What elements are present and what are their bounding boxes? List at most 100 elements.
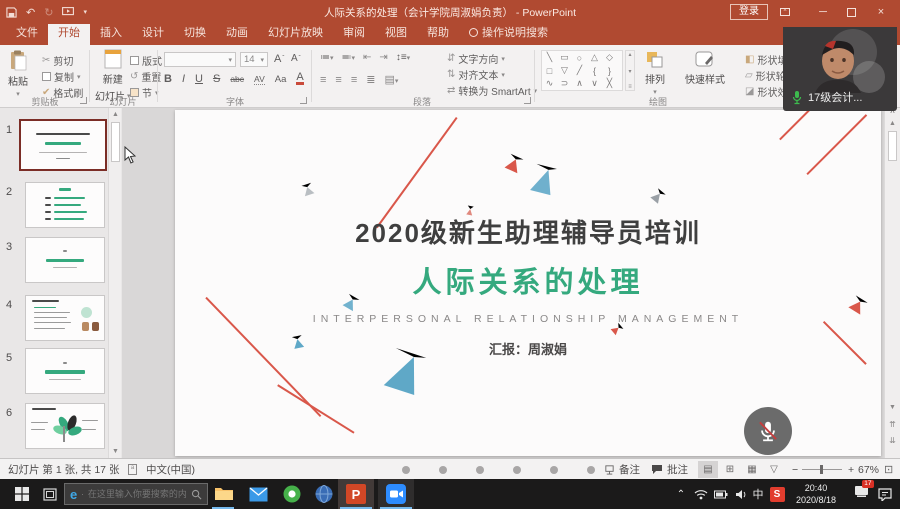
decrease-indent-icon[interactable]: ⇤: [363, 52, 371, 63]
font-color-button[interactable]: A: [296, 73, 303, 85]
layout-button[interactable]: 版式▾: [130, 53, 169, 68]
clear-formatting-button[interactable]: abc: [230, 74, 244, 84]
ribbon-display-options-icon[interactable]: ^: [770, 0, 800, 24]
notification-icon[interactable]: 17: [850, 479, 872, 509]
canvas-scroll-down-icon[interactable]: ▼: [888, 404, 897, 411]
webcam-tile[interactable]: 17级会计...: [783, 27, 897, 111]
panel-scroll-up-icon[interactable]: ▲: [111, 111, 120, 118]
slide-sorter-view-button[interactable]: ⊞: [720, 461, 740, 478]
meeting-app-taskbar-button[interactable]: [378, 479, 414, 509]
quick-styles-button[interactable]: 快速样式: [685, 51, 725, 86]
shapes-gallery[interactable]: ╲▭○△◇ □▽╱{} ∿⊃∧∨╳: [541, 50, 623, 91]
battery-icon[interactable]: [712, 479, 730, 509]
speaker-icon[interactable]: [732, 479, 750, 509]
redo-icon[interactable]: ↻: [44, 6, 53, 19]
slide-thumbnail-3[interactable]: [26, 238, 104, 282]
slide-subtitle[interactable]: 人际关系的处理: [412, 259, 643, 301]
underline-button[interactable]: U: [195, 73, 203, 85]
increase-indent-icon[interactable]: ⇥: [379, 52, 387, 63]
align-text-button[interactable]: ⇅对齐文本▾: [447, 67, 505, 82]
save-icon[interactable]: [6, 7, 17, 18]
undo-icon[interactable]: ↶: [26, 6, 35, 19]
browser-globe-icon[interactable]: [312, 482, 336, 506]
comments-button[interactable]: 批注: [651, 459, 688, 480]
line-spacing-icon[interactable]: ↕≡▾: [396, 52, 410, 63]
minimize-button[interactable]: ─: [808, 0, 838, 24]
taskbar-clock[interactable]: 20:40 2020/8/18: [790, 482, 842, 506]
grow-font-button[interactable]: Aˆ: [274, 53, 284, 65]
slide-title[interactable]: 2020级新生助理辅导员培训: [355, 213, 701, 250]
panel-scrollbar-thumb[interactable]: [111, 122, 120, 162]
align-right-icon[interactable]: ≡: [351, 74, 357, 86]
slideshow-view-button[interactable]: ▽: [764, 461, 784, 478]
zoom-out-button[interactable]: −: [792, 459, 798, 480]
cut-button[interactable]: ✂剪切: [42, 53, 73, 68]
reading-view-button[interactable]: ▦: [742, 461, 762, 478]
canvas-scroll-up-icon[interactable]: ▲: [888, 120, 897, 127]
bold-button[interactable]: B: [164, 73, 172, 85]
notes-button[interactable]: 备注: [604, 459, 640, 480]
shrink-font-button[interactable]: Aˇ: [291, 53, 301, 64]
thumbnail-panel-scrollbar[interactable]: ▲ ▼: [108, 108, 121, 458]
bullets-icon[interactable]: ≔▾: [320, 52, 334, 63]
font-size-combo[interactable]: 14▾: [240, 52, 268, 67]
green-app-icon[interactable]: [280, 482, 304, 506]
arrange-button[interactable]: 排列 ▾: [645, 51, 665, 96]
paste-button[interactable]: 粘贴 ▾: [8, 50, 28, 98]
powerpoint-taskbar-button[interactable]: P: [338, 479, 374, 509]
change-case-button[interactable]: Aa: [275, 74, 287, 85]
italic-button[interactable]: I: [182, 73, 185, 85]
action-center-icon[interactable]: [874, 479, 896, 509]
tray-expand-icon[interactable]: ⌃: [672, 479, 690, 509]
taskbar-search[interactable]: e ·: [64, 483, 208, 505]
character-spacing-button[interactable]: AV: [254, 74, 265, 85]
taskbar-search-input[interactable]: [88, 489, 187, 499]
font-name-combo[interactable]: ▾: [164, 52, 236, 67]
slide-thumbnail-2[interactable]: [26, 183, 104, 227]
strikethrough-button[interactable]: S: [213, 73, 220, 85]
panel-scroll-down-icon[interactable]: ▼: [111, 448, 120, 455]
file-explorer-icon[interactable]: [212, 482, 236, 506]
normal-view-button[interactable]: ▤: [698, 461, 718, 478]
start-button[interactable]: [8, 479, 36, 509]
slide-thumbnail-6[interactable]: [26, 404, 104, 448]
font-dialog-launcher-icon[interactable]: [300, 97, 307, 104]
columns-icon[interactable]: ▤▾: [384, 73, 398, 86]
fit-slide-to-window-icon[interactable]: ⊡: [884, 459, 893, 480]
close-button[interactable]: ×: [866, 0, 896, 24]
current-slide[interactable]: 2020级新生助理辅导员培训 人际关系的处理 INTERPERSONAL REL…: [175, 110, 881, 456]
slide-subtitle-english[interactable]: INTERPERSONAL RELATIONSHIP MANAGEMENT: [313, 313, 743, 325]
slide-thumbnail-4[interactable]: [26, 296, 104, 340]
spellcheck-icon[interactable]: a: [128, 459, 137, 480]
slide-thumbnail-1[interactable]: [21, 121, 105, 169]
previous-slide-icon[interactable]: ⇈: [888, 420, 897, 429]
copy-button[interactable]: 复制▾: [42, 69, 81, 84]
align-center-icon[interactable]: ≡: [335, 74, 341, 86]
task-view-button[interactable]: [38, 479, 62, 509]
paragraph-dialog-launcher-icon[interactable]: [524, 97, 531, 104]
maximize-button[interactable]: [836, 0, 866, 24]
align-left-icon[interactable]: ≡: [320, 74, 326, 86]
justify-icon[interactable]: ≣: [366, 73, 375, 86]
shapes-scroll[interactable]: ▴▾≡: [625, 50, 635, 91]
canvas-scrollbar[interactable]: ^ ▲ ▼ ⇈ ⇊: [884, 108, 900, 458]
canvas-scrollbar-thumb[interactable]: [888, 131, 897, 161]
ime-indicator[interactable]: 中: [750, 479, 766, 509]
sogou-input-icon[interactable]: S: [768, 479, 786, 509]
login-button[interactable]: 登录: [730, 4, 768, 20]
text-direction-button[interactable]: ⇵文字方向▾: [447, 51, 505, 66]
wifi-icon[interactable]: [692, 479, 710, 509]
slide-thumbnail-5[interactable]: [26, 349, 104, 393]
qat-customize-icon[interactable]: ▾: [83, 8, 87, 16]
numbering-icon[interactable]: ≕▾: [342, 52, 356, 63]
mute-button[interactable]: [744, 407, 792, 455]
zoom-level[interactable]: 67%: [858, 459, 879, 480]
mail-icon[interactable]: [246, 482, 270, 506]
zoom-slider[interactable]: [802, 459, 842, 480]
zoom-slider-thumb[interactable]: [820, 465, 823, 474]
next-slide-icon[interactable]: ⇊: [888, 436, 897, 445]
start-slideshow-icon[interactable]: [62, 7, 74, 17]
slide-presenter[interactable]: 汇报：周淑娟: [489, 339, 567, 358]
zoom-in-button[interactable]: +: [848, 459, 854, 480]
language-indicator[interactable]: 中文(中国): [146, 459, 195, 480]
